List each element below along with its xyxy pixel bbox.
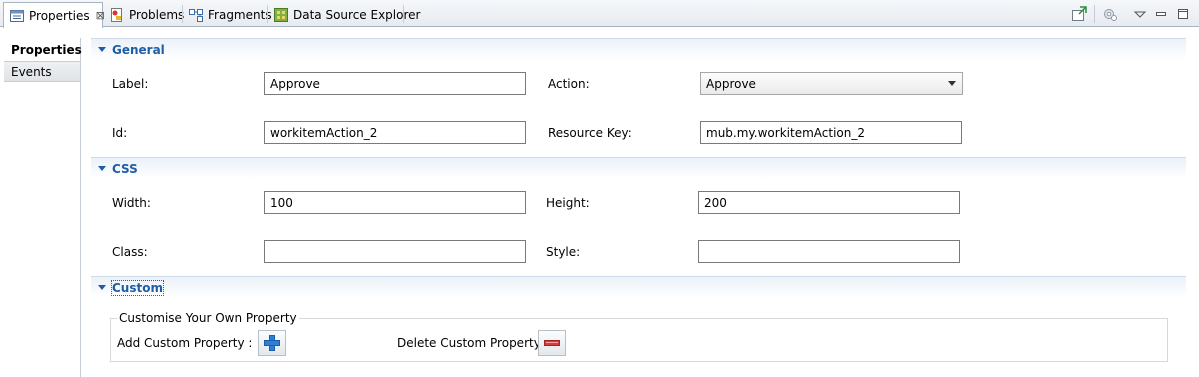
tab-data-source-explorer-label: Data Source Explorer	[293, 8, 421, 22]
tab-properties-label: Properties	[29, 8, 90, 23]
sidebar-item-label: Events	[11, 64, 52, 79]
problems-icon	[109, 7, 125, 23]
resource-key-input[interactable]	[700, 121, 962, 144]
collapse-triangle-icon[interactable]	[98, 166, 106, 171]
tab-data-source-explorer[interactable]: Data Source Explorer	[268, 3, 420, 27]
action-select-value: Approve	[706, 76, 756, 91]
view-tab-bar: Properties ⊠ Problems Fragments Data Sou…	[0, 0, 1199, 28]
tab-problems-label: Problems	[129, 8, 185, 22]
view-menu-icon[interactable]	[1132, 6, 1148, 22]
minus-icon	[544, 340, 560, 346]
width-field-label: Width:	[112, 196, 151, 210]
class-input[interactable]	[264, 240, 526, 263]
style-input[interactable]	[698, 240, 960, 263]
sidebar-item-label: Properties	[11, 42, 82, 57]
action-select[interactable]: Approve	[700, 72, 963, 95]
section-header-general[interactable]: General	[91, 38, 1186, 60]
sidebar-item-events[interactable]: Events	[4, 61, 80, 82]
sidebar-item-properties[interactable]: Properties	[4, 39, 82, 60]
delete-custom-property-button[interactable]	[538, 330, 566, 356]
minimize-icon[interactable]	[1153, 6, 1169, 22]
resource-key-field-label: Resource Key:	[548, 126, 632, 140]
data-source-explorer-icon	[273, 7, 289, 23]
label-field-label: Label:	[112, 77, 149, 91]
add-custom-property-button[interactable]	[258, 330, 286, 356]
section-header-custom[interactable]: Custom	[91, 276, 1186, 298]
pin-view-icon[interactable]	[1071, 6, 1087, 22]
id-input[interactable]	[264, 121, 526, 144]
tab-fragments[interactable]: Fragments	[183, 3, 272, 27]
section-title-css: CSS	[112, 161, 138, 176]
style-field-label: Style:	[546, 245, 581, 259]
section-title-custom: Custom	[111, 279, 164, 296]
id-field-label: Id:	[112, 126, 128, 140]
property-tabs-sidebar: Properties Events	[4, 38, 82, 377]
label-input[interactable]	[264, 72, 526, 95]
fragments-icon	[188, 7, 204, 23]
toolbar-settings-icon[interactable]	[1102, 6, 1118, 22]
custom-property-group-title: Customise Your Own Property	[117, 311, 299, 325]
action-field-label: Action:	[548, 77, 590, 91]
plus-icon	[264, 335, 280, 351]
properties-icon	[9, 8, 25, 24]
add-custom-property-label: Add Custom Property :	[117, 336, 253, 350]
width-input[interactable]	[264, 191, 526, 214]
collapse-triangle-icon[interactable]	[98, 47, 106, 52]
tab-problems[interactable]: Problems	[104, 3, 185, 27]
chevron-down-icon[interactable]	[948, 81, 956, 86]
section-header-css[interactable]: CSS	[91, 157, 1186, 179]
class-field-label: Class:	[112, 245, 148, 259]
maximize-icon[interactable]	[1175, 6, 1191, 22]
tab-fragments-label: Fragments	[208, 8, 272, 22]
collapse-triangle-icon[interactable]	[98, 285, 106, 290]
tab-properties[interactable]: Properties ⊠	[3, 2, 105, 28]
height-input[interactable]	[698, 191, 960, 214]
height-field-label: Height:	[546, 196, 590, 210]
delete-custom-property-label: Delete Custom Property :	[397, 336, 549, 350]
section-title-general: General	[112, 42, 165, 57]
